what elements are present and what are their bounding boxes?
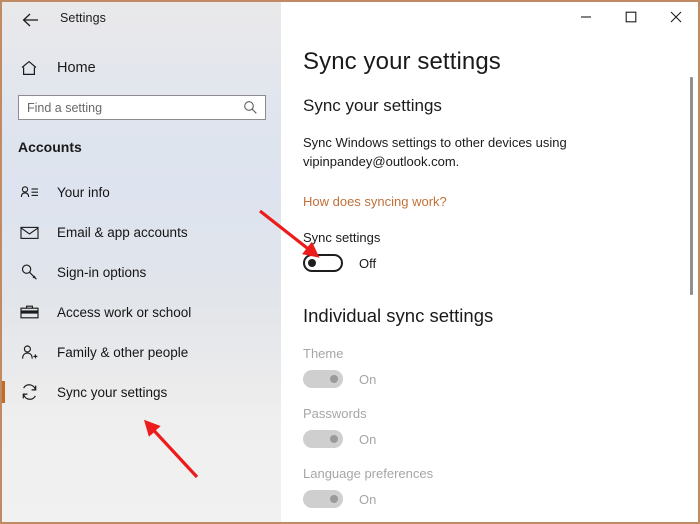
- sidebar-item-label: Sync your settings: [57, 384, 168, 400]
- sidebar-item-label: Your info: [57, 184, 110, 200]
- sidebar-item-sign-in-options[interactable]: Sign-in options: [2, 252, 281, 292]
- passwords-toggle-row: On: [303, 430, 376, 448]
- maximize-icon[interactable]: [608, 2, 653, 32]
- window-controls: [563, 2, 698, 36]
- section-subheading: Sync your settings: [303, 96, 442, 115]
- sidebar: Settings Home Accounts: [2, 2, 281, 522]
- search-input[interactable]: [27, 100, 232, 115]
- sidebar-section-title: Accounts: [18, 139, 82, 155]
- toggle-knob: [330, 435, 338, 443]
- sidebar-home-label: Home: [57, 60, 96, 76]
- sidebar-item-family-other-people[interactable]: Family & other people: [2, 332, 281, 372]
- section-description: Sync Windows settings to other devices u…: [303, 135, 567, 169]
- sidebar-item-home[interactable]: Home: [2, 54, 281, 82]
- person-add-icon: [18, 341, 40, 363]
- toggle-knob: [330, 495, 338, 503]
- search-icon[interactable]: [240, 98, 260, 118]
- envelope-icon: [18, 221, 40, 243]
- sidebar-item-your-info[interactable]: Your info: [2, 172, 281, 212]
- sidebar-item-access-work-or-school[interactable]: Access work or school: [2, 292, 281, 332]
- sync-settings-label: Sync settings: [303, 230, 381, 245]
- how-does-syncing-work-link[interactable]: How does syncing work?: [303, 194, 447, 209]
- passwords-label: Passwords: [303, 406, 367, 421]
- back-arrow-icon[interactable]: [18, 9, 44, 31]
- language-preferences-toggle-state: On: [359, 491, 377, 507]
- toggle-knob: [330, 375, 338, 383]
- your-info-icon: [18, 181, 40, 203]
- briefcase-icon: [18, 301, 40, 323]
- theme-toggle: [303, 370, 343, 388]
- theme-toggle-state: On: [359, 371, 377, 387]
- sync-settings-toggle[interactable]: [303, 254, 343, 272]
- sidebar-nav-list: Your info Email & app accounts Sign-in o…: [2, 172, 281, 412]
- search-box[interactable]: [18, 95, 266, 120]
- sync-icon: [18, 381, 40, 403]
- sidebar-item-label: Access work or school: [57, 304, 192, 320]
- sync-settings-toggle-state: Off: [359, 255, 377, 271]
- scrollbar-thumb[interactable]: [690, 77, 693, 295]
- passwords-toggle-state: On: [359, 431, 377, 447]
- sidebar-item-sync-your-settings[interactable]: Sync your settings: [2, 372, 281, 412]
- home-icon: [18, 57, 40, 79]
- titlebar-left: Settings: [2, 2, 281, 38]
- page-title: Sync your settings: [303, 48, 501, 75]
- language-preferences-label: Language preferences: [303, 466, 434, 481]
- language-preferences-toggle: [303, 490, 343, 508]
- close-icon[interactable]: [653, 2, 698, 32]
- app-title: Settings: [60, 11, 106, 25]
- theme-toggle-row: On: [303, 370, 376, 388]
- sidebar-item-label: Sign-in options: [57, 264, 147, 280]
- theme-label: Theme: [303, 346, 344, 361]
- individual-sync-settings-heading: Individual sync settings: [303, 305, 494, 326]
- settings-window: Settings Home Accounts: [0, 0, 700, 524]
- passwords-toggle: [303, 430, 343, 448]
- toggle-knob: [308, 259, 316, 267]
- main-content: Sync your settings Sync your settings Sy…: [281, 2, 698, 522]
- sync-settings-toggle-row[interactable]: Off: [303, 254, 376, 272]
- sidebar-item-email-app-accounts[interactable]: Email & app accounts: [2, 212, 281, 252]
- sidebar-item-label: Email & app accounts: [57, 224, 188, 240]
- sidebar-item-label: Family & other people: [57, 344, 189, 360]
- language-preferences-toggle-row: On: [303, 490, 376, 508]
- key-icon: [18, 261, 40, 283]
- minimize-icon[interactable]: [563, 2, 608, 32]
